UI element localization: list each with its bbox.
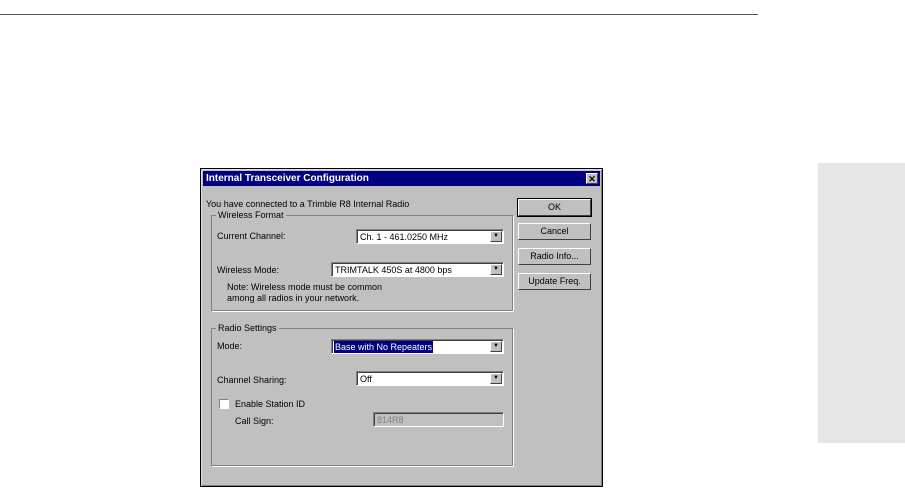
- chevron-down-icon[interactable]: ▼: [490, 264, 502, 275]
- current-channel-value: Ch. 1 - 461.0250 MHz: [360, 232, 449, 242]
- cancel-button[interactable]: Cancel: [518, 223, 591, 240]
- channel-sharing-value: Off: [360, 374, 372, 384]
- wireless-note-line2: among all radios in your network.: [227, 293, 360, 303]
- side-tab-marker: [818, 163, 905, 443]
- channel-sharing-label: Channel Sharing:: [217, 375, 287, 385]
- chevron-down-icon[interactable]: ▼: [490, 231, 502, 242]
- wireless-format-group-label: Wireless Format: [216, 210, 286, 220]
- wireless-mode-select[interactable]: TRIMTALK 450S at 4800 bps ▼: [331, 262, 504, 277]
- mode-value: Base with No Repeaters: [334, 341, 434, 353]
- wireless-note-line1: Note: Wireless mode must be common: [227, 282, 383, 292]
- enable-station-id-label[interactable]: Enable Station ID: [235, 399, 305, 409]
- channel-sharing-select[interactable]: Off ▼: [356, 371, 504, 386]
- enable-station-id-checkbox[interactable]: [219, 399, 229, 409]
- call-sign-input: 814R8: [373, 412, 504, 427]
- page-top-rule: [0, 14, 758, 15]
- chevron-down-icon[interactable]: ▼: [490, 341, 502, 352]
- ok-button[interactable]: OK: [517, 198, 592, 217]
- call-sign-value: 814R8: [377, 415, 404, 425]
- close-icon: ✕: [588, 174, 596, 184]
- mode-label: Mode:: [217, 341, 243, 351]
- mode-select[interactable]: Base with No Repeaters ▼: [331, 339, 504, 354]
- update-freq-button[interactable]: Update Freq.: [518, 273, 591, 290]
- wireless-mode-label: Wireless Mode:: [217, 265, 280, 275]
- dialog-titlebar[interactable]: Internal Transceiver Configuration ✕: [203, 171, 600, 186]
- radio-info-button[interactable]: Radio Info...: [518, 248, 591, 265]
- close-button[interactable]: ✕: [586, 173, 598, 184]
- connection-message: You have connected to a Trimble R8 Inter…: [206, 199, 410, 209]
- call-sign-label: Call Sign:: [235, 416, 274, 426]
- current-channel-label: Current Channel:: [217, 231, 286, 241]
- dialog-title: Internal Transceiver Configuration: [206, 173, 369, 184]
- chevron-down-icon[interactable]: ▼: [490, 373, 502, 384]
- wireless-mode-value: TRIMTALK 450S at 4800 bps: [335, 265, 452, 275]
- transceiver-config-dialog: Internal Transceiver Configuration ✕ You…: [200, 168, 603, 487]
- radio-settings-group-label: Radio Settings: [216, 323, 279, 333]
- current-channel-select[interactable]: Ch. 1 - 461.0250 MHz ▼: [356, 229, 504, 244]
